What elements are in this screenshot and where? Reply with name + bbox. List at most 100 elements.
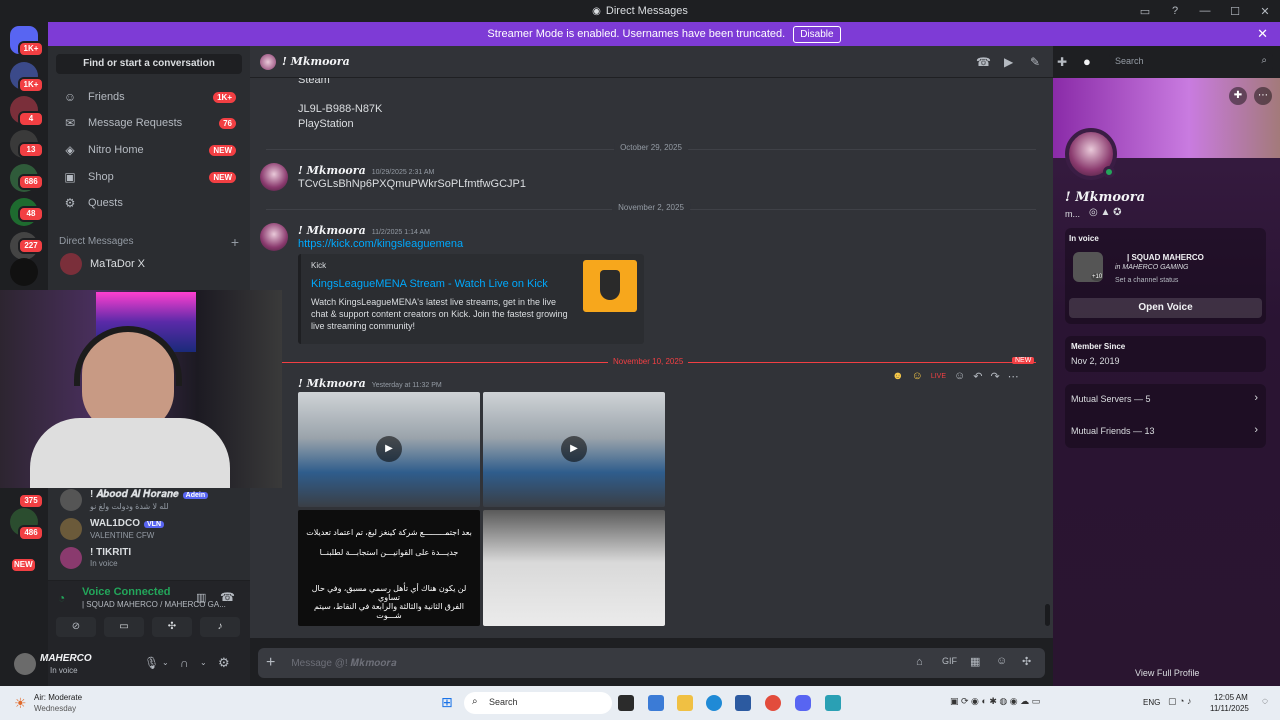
shop-badge: NEW [209, 171, 236, 183]
dm-item[interactable]: ! 𝑨𝒃𝒐𝒐𝒅 𝑨𝒍 𝑯𝒐𝒓𝒂𝒏𝒆 Adein لله لا شدة ودولت … [54, 486, 244, 514]
clock-time[interactable]: 12:05 AM [1214, 693, 1248, 702]
reply-icon[interactable]: ↶ [973, 370, 982, 383]
message-link[interactable]: https://kick.com/kingsleaguemena [298, 238, 463, 250]
chevron-down-icon[interactable]: ⌄ [200, 658, 207, 667]
close-window-button[interactable]: ✕ [1250, 5, 1280, 18]
avatar[interactable] [260, 163, 288, 191]
mutual-friends-row[interactable]: Mutual Friends — 13 › [1065, 416, 1266, 448]
author-name[interactable]: ! 𝑴𝒌𝒎𝒐𝒐𝒓𝒂 [298, 377, 366, 390]
image-attachment[interactable]: بعد اجتمـــــــــع شركة كينغز ليغ، تم اع… [298, 510, 480, 626]
clock-date[interactable]: 11/11/2025 [1210, 704, 1249, 713]
pin-icon[interactable]: ✎ [1030, 55, 1040, 69]
app-icon[interactable] [618, 695, 634, 711]
activities-button[interactable]: ✣ [152, 617, 192, 637]
user-avatar[interactable] [14, 653, 36, 675]
message-input-placeholder[interactable]: Message @! 𝑴𝒌𝒎𝒐𝒐𝒓𝒂 [291, 658, 396, 669]
store-icon[interactable] [735, 695, 751, 711]
call-icon[interactable]: ☎ [976, 55, 991, 69]
file-explorer-icon[interactable] [677, 695, 693, 711]
screen-share-button[interactable]: ▭ [104, 617, 144, 637]
avatar[interactable] [260, 223, 288, 251]
inbox-icon[interactable]: ▭ [1130, 5, 1160, 18]
minimize-button[interactable]: — [1190, 5, 1220, 17]
maximize-button[interactable]: ☐ [1220, 5, 1250, 18]
chevron-down-icon[interactable]: ⌄ [162, 658, 169, 667]
close-icon[interactable]: ✕ [1257, 26, 1268, 42]
taskbar-search[interactable]: ⌕ Search [464, 692, 612, 714]
settings-gear-icon[interactable]: ⚙ [218, 655, 230, 671]
notification-icon[interactable]: ◌ [1262, 696, 1268, 707]
play-icon[interactable]: ▶ [376, 436, 402, 462]
soundboard-icon[interactable]: ▥ [196, 591, 206, 604]
nav-message-requests[interactable]: ✉ Message Requests 76 [54, 111, 244, 135]
reaction-emoji-icon[interactable]: ☺ [912, 370, 923, 382]
find-conversation-input[interactable]: Find or start a conversation [56, 54, 242, 74]
chrome-icon[interactable] [765, 695, 781, 711]
start-icon[interactable]: ⊞ [441, 694, 453, 711]
kick-logo-thumbnail[interactable] [583, 260, 637, 312]
add-attachment-icon[interactable]: + [266, 654, 275, 672]
profile-name: ! 𝑴𝒌𝒎𝒐𝒐𝒓𝒂 [1065, 190, 1145, 205]
gif-icon[interactable]: GIF [942, 656, 957, 666]
soundboard-button[interactable]: ♪ [200, 617, 240, 637]
user-profile-icon[interactable]: ● [1083, 54, 1091, 69]
dm-item[interactable]: ! TIKRITI In voice [54, 544, 244, 572]
user-name[interactable]: MAHERCO [40, 653, 92, 664]
system-icons[interactable]: ▢ ◔ ♪ [1168, 696, 1191, 707]
open-voice-button[interactable]: Open Voice [1069, 298, 1262, 318]
help-icon[interactable]: ? [1160, 5, 1190, 17]
video-call-icon[interactable]: ▶ [1004, 55, 1013, 69]
embed-title[interactable]: KingsLeagueMENA Stream - Watch Live on K… [311, 278, 548, 290]
mutual-servers-row[interactable]: Mutual Servers — 5 › [1065, 384, 1266, 416]
nav-quests[interactable]: ⚙ Quests [54, 191, 244, 215]
copilot-icon[interactable] [648, 695, 664, 711]
emoji-icon[interactable]: ☺ [996, 655, 1007, 667]
apps-icon[interactable]: ✣ [1022, 655, 1031, 668]
disconnect-icon[interactable]: ☎ [220, 590, 235, 604]
dm-item[interactable]: WAL1DCO VLN VALENTINE CFW [54, 515, 244, 543]
app-icon[interactable] [825, 695, 841, 711]
gift-icon[interactable]: ⌂ [916, 656, 923, 668]
nav-nitro-home[interactable]: ◈ Nitro Home NEW [54, 138, 244, 162]
author-name[interactable]: ! 𝑴𝒌𝒎𝒐𝒐𝒓𝒂 [298, 164, 366, 177]
view-full-profile-link[interactable]: View Full Profile [1135, 668, 1199, 678]
discord-taskbar-icon[interactable] [795, 695, 811, 711]
forward-icon[interactable]: ↷ [990, 370, 999, 383]
microphone-icon[interactable]: 🎙 [144, 656, 159, 670]
nav-friends[interactable]: ☺ Friends 1K+ [54, 85, 244, 109]
disable-button[interactable]: Disable [793, 25, 841, 43]
search-input[interactable]: Search ⌕ [1109, 53, 1273, 71]
scrollbar[interactable] [1045, 604, 1050, 626]
play-icon[interactable]: ▶ [561, 436, 587, 462]
weather-icon[interactable]: ☀ [14, 695, 27, 712]
add-reaction-icon[interactable]: ☺ [954, 370, 965, 382]
dm-item[interactable]: MaTaDor X [54, 250, 244, 278]
voice-channel-name[interactable]: | SQUAD MAHERCO [1127, 253, 1204, 262]
camera-button[interactable]: ⊘ [56, 617, 96, 637]
kick-server-icon[interactable] [10, 258, 38, 286]
message-header: ! 𝑴𝒌𝒎𝒐𝒐𝒓𝒂 10/29/2025 2:31 AM [298, 164, 434, 177]
video-attachment[interactable]: ▶ [298, 392, 480, 507]
language-label[interactable]: ENG [1143, 698, 1160, 707]
voice-status[interactable]: Voice Connected [82, 586, 170, 598]
channel-status[interactable]: Set a channel status [1115, 277, 1178, 284]
weather-label[interactable]: Air: Moderate [34, 693, 82, 702]
more-options-icon[interactable]: ⋯ [1008, 370, 1019, 383]
more-options-icon[interactable]: ⋯ [1254, 87, 1272, 105]
edge-icon[interactable] [706, 695, 722, 711]
add-friends-icon[interactable]: ✚ [1057, 55, 1067, 69]
author-name[interactable]: ! 𝑴𝒌𝒎𝒐𝒐𝒓𝒂 [298, 224, 366, 237]
nav-shop[interactable]: ▣ Shop NEW [54, 165, 244, 189]
taskbar: ☀ Air: Moderate Wednesday ⊞ ⌕ Search ▣ ⟳… [0, 686, 1280, 720]
reaction-live-icon[interactable]: LIVE [931, 373, 946, 380]
create-dm-icon[interactable]: + [231, 234, 239, 250]
message-composer[interactable]: + Message @! 𝑴𝒌𝒎𝒐𝒐𝒓𝒂 ⌂ GIF ▦ ☺ ✣ [258, 648, 1045, 678]
video-attachment[interactable]: ▶ [483, 392, 665, 507]
sticker-icon[interactable]: ▦ [970, 655, 980, 668]
add-friend-icon[interactable]: ✚ [1229, 87, 1247, 105]
reaction-emoji-icon[interactable]: ☻ [892, 370, 904, 382]
tray-icons[interactable]: ▣ ⟳ ◉ ◐ ✱ ◍ ◉ ☁ ▭ [950, 696, 1040, 707]
new-date-label: November 10, 2025 [608, 357, 689, 366]
headphones-icon[interactable]: ∩ [180, 656, 189, 670]
image-attachment[interactable] [483, 510, 665, 626]
